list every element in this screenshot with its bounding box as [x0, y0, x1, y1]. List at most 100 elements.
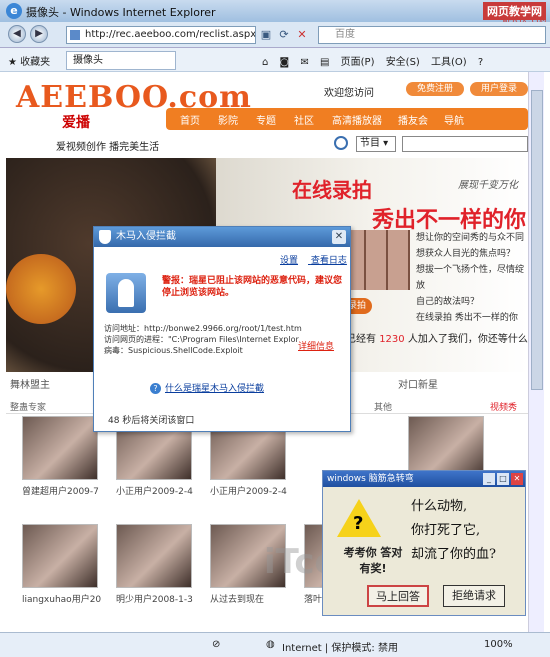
back-button[interactable]: ◀ [8, 25, 26, 43]
mail-icon[interactable]: ✉ [300, 57, 308, 68]
question-icon: ? [150, 383, 161, 394]
riddle-line: 什么动物, [411, 499, 468, 514]
riddle-title: windows 脑筋急转弯 [327, 474, 414, 484]
site-logo-sub: 爱播 [62, 115, 90, 131]
tools-menu[interactable]: 工具(O) [431, 57, 467, 68]
video-caption[interactable]: liangxuhao用户20 [22, 592, 102, 605]
select-value: 节目 [360, 138, 380, 149]
search-placeholder: 百度 [335, 29, 355, 40]
popup-title-bar: 木马入侵拦截 ✕ [94, 227, 350, 247]
video-caption[interactable]: 小正用户2009-2-4 [210, 484, 290, 497]
nav-fans[interactable]: 播友会 [398, 112, 428, 127]
feeds-icon[interactable]: ◙ [280, 57, 290, 68]
help-text: 什么是瑞星木马入侵拦截 [165, 384, 265, 394]
print-icon[interactable]: ▤ [320, 57, 329, 68]
close-icon[interactable]: ✕ [511, 473, 523, 485]
video-caption[interactable]: 从过去到现在 [210, 592, 290, 605]
command-bar: ⌂ ◙ ✉ ▤ 页面(P) 安全(S) 工具(O) ? [262, 53, 491, 68]
flower-decoration [6, 254, 76, 324]
video-card[interactable]: liangxuhao用户20 [22, 524, 102, 605]
close-icon[interactable]: ✕ [332, 230, 346, 244]
riddle-dialog: windows 脑筋急转弯 _ □ ✕ ? 考考你 答对有奖! 什么动物, 你打… [322, 470, 526, 616]
joined-text: 已经有 1230 人加入了我们，你还等什么？ [346, 330, 528, 345]
joined-suffix: 人加入了我们，你还等什么？ [407, 334, 528, 345]
help-icon[interactable]: ? [478, 57, 483, 68]
maximize-icon[interactable]: □ [497, 473, 509, 485]
welcome-text: 欢迎您访问 [324, 88, 374, 99]
video-caption[interactable]: 明少用户2008-1-3 [116, 592, 196, 605]
main-nav: 首页 影院 专题 社区 高清播放器 播友会 导航 [166, 108, 528, 130]
video-card[interactable]: 明少用户2008-1-3 [116, 524, 196, 605]
hero-question: 自己的故法吗？ [416, 297, 480, 307]
minimize-icon[interactable]: _ [483, 473, 495, 485]
hero-questions: 想让你的空间秀的与众不同 想获众人目光的焦点吗？ 想拔一个飞扬个性，尽情绽放 自… [416, 230, 528, 326]
section-title-right: 对口新星 [398, 380, 438, 391]
video-caption[interactable]: 曾建超用户2009-7 [22, 484, 102, 497]
video-card[interactable]: 曾建超用户2009-7 [22, 416, 102, 497]
security-zone[interactable]: Internet | 保护模式: 禁用 [282, 639, 398, 654]
auto-close-countdown: 48 秒后将关闭该窗口 [108, 416, 195, 426]
stop-icon[interactable]: ✕ [294, 27, 310, 43]
zoom-level[interactable]: 100% [484, 639, 513, 650]
hero-line1: 在线录拍 [292, 178, 372, 202]
hero-tag: 展现千变万化 [458, 180, 518, 191]
favorites-button[interactable]: ★ 收藏夹 [8, 53, 50, 68]
page-menu[interactable]: 页面(P) [341, 57, 375, 68]
popup-blocker-icon[interactable]: ⊘ [212, 639, 220, 650]
nav-cinema[interactable]: 影院 [218, 112, 238, 127]
riddle-text: 什么动物, 你打死了它, 却流了你的血? [411, 495, 496, 567]
hero-question: 想拔一个飞扬个性，尽情绽放 [416, 265, 525, 291]
tab-label: 摄像头 [73, 55, 103, 66]
search-category-select[interactable]: 节目 ▾ [356, 136, 396, 152]
answer-button[interactable]: 马上回答 [367, 585, 429, 607]
proc-value: "C:\Program Files\Internet Explor [168, 335, 299, 344]
nav-topics[interactable]: 专题 [256, 112, 276, 127]
register-button[interactable]: 免费注册 [406, 82, 464, 96]
forward-button[interactable]: ▶ [30, 25, 48, 43]
video-thumbnail[interactable] [22, 524, 98, 588]
details-link[interactable]: 详细信息 [298, 339, 334, 352]
joined-count: 1230 [379, 334, 405, 345]
nav-hd-player[interactable]: 高清播放器 [332, 112, 382, 127]
popup-info: 访问地址：http://bonwe2.9966.org/root/1/test.… [104, 323, 302, 356]
site-slogan: 爱视频创作 播完美生活 [56, 142, 160, 153]
nav-community[interactable]: 社区 [294, 112, 314, 127]
popup-warning: 警报：瑞星已阻止该网站的恶意代码，建议您停止浏览该网站。 [162, 276, 343, 298]
site-search-input[interactable] [402, 136, 528, 152]
view-log-link[interactable]: 查看日志 [311, 256, 347, 266]
home-icon[interactable]: ⌂ [262, 57, 268, 68]
refresh-icon[interactable]: ⟳ [276, 27, 292, 43]
section-title-left: 舞林盟主 [10, 380, 50, 391]
tab-toolbar: ★ 收藏夹 摄像头 ⌂ ◙ ✉ ▤ 页面(P) 安全(S) 工具(O) ? [0, 48, 550, 72]
compat-view-icon[interactable]: ▣ [258, 27, 274, 43]
category-prank[interactable]: 整蛊专家 [10, 400, 46, 413]
safety-menu[interactable]: 安全(S) [386, 57, 420, 68]
search-input[interactable]: 百度 [318, 26, 546, 44]
tab-camera[interactable]: 摄像头 [66, 51, 176, 70]
favorites-label: 收藏夹 [20, 57, 51, 68]
hero-question: 想获众人目光的焦点吗？ [416, 249, 516, 259]
category-video-show[interactable]: 视频秀 [490, 400, 517, 413]
chess-knight-icon [106, 273, 146, 313]
trojan-block-popup: 木马入侵拦截 ✕ 设置 查看日志 警报：瑞星已阻止该网站的恶意代码，建议您停止浏… [93, 226, 351, 432]
riddle-line: 却流了你的血? [411, 547, 496, 562]
refuse-button[interactable]: 拒绝请求 [443, 585, 505, 607]
help-link[interactable]: ? 什么是瑞星木马入侵拦截 [150, 381, 264, 394]
category-other[interactable]: 其他 [374, 400, 392, 413]
video-thumbnail[interactable] [22, 416, 98, 480]
vertical-scrollbar[interactable] [528, 72, 544, 632]
login-button[interactable]: 用户登录 [470, 82, 528, 96]
page-icon [70, 30, 80, 40]
address-input[interactable]: http://rec.aeeboo.com/reclist.aspx?ty [66, 26, 256, 44]
search-icon[interactable] [334, 136, 348, 150]
proc-label: 访问网页的进程： [104, 335, 168, 344]
video-caption[interactable]: 小正用户2009-2-4 [116, 484, 196, 497]
scrollbar-thumb[interactable] [531, 90, 543, 390]
settings-link[interactable]: 设置 [280, 256, 298, 266]
popup-links: 设置 查看日志 [280, 253, 357, 266]
riddle-question: 考考你 答对有奖! [343, 546, 403, 575]
nav-guide[interactable]: 导航 [444, 112, 464, 127]
nav-home[interactable]: 首页 [180, 112, 200, 127]
address-toolbar: ◀ ▶ http://rec.aeeboo.com/reclist.aspx?t… [0, 22, 550, 48]
video-thumbnail[interactable] [116, 524, 192, 588]
